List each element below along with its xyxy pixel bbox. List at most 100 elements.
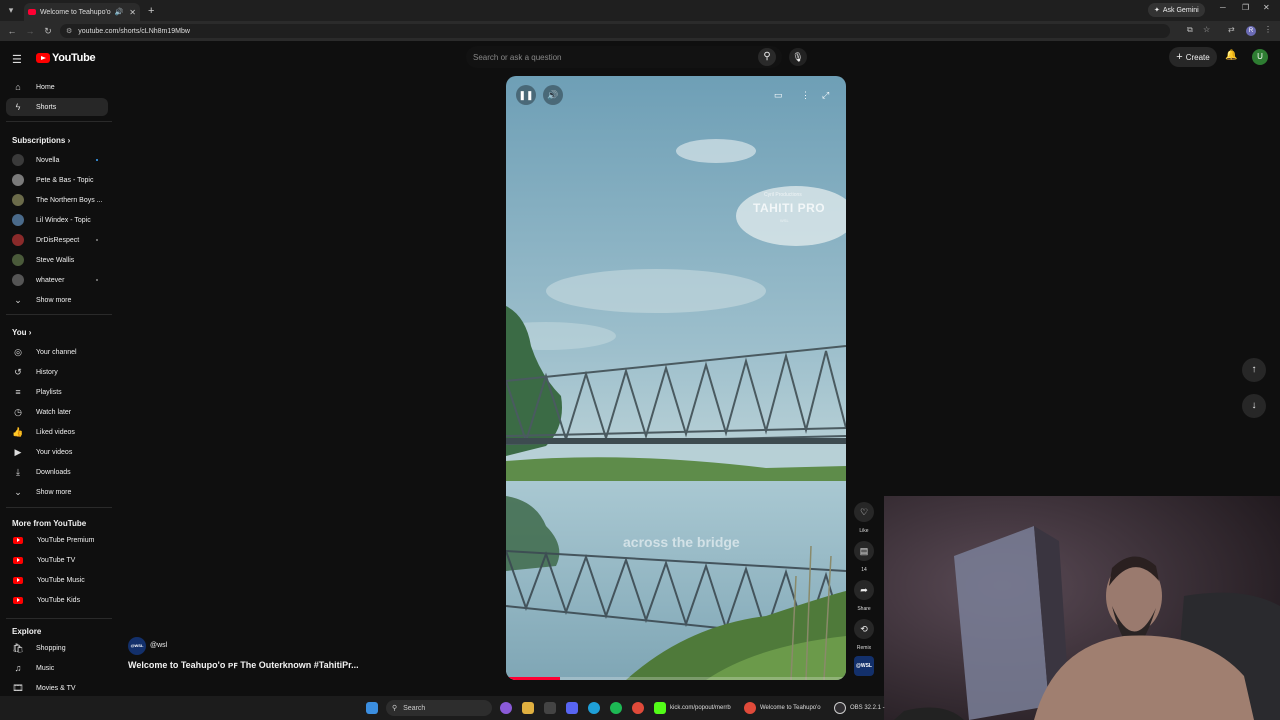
- sidebar-item-shorts[interactable]: ϟ Shorts: [6, 98, 108, 116]
- sidebar-subscription[interactable]: whatever: [6, 271, 108, 289]
- sidebar-item-video[interactable]: ▶ Your videos: [6, 443, 108, 461]
- sidebar-item-music[interactable]: ♫ Music: [6, 659, 108, 677]
- shorts-video-player[interactable]: ❚❚ 🔊 ▭ ⋮ ⤢ Cyril Productions TAHITI PRO …: [506, 76, 846, 680]
- search-input[interactable]: Search or ask a question: [466, 46, 782, 68]
- minimize-icon[interactable]: ─: [1220, 3, 1226, 12]
- ask-gemini-button[interactable]: ✦ Ask Gemini: [1148, 3, 1205, 17]
- video-frame: [506, 76, 846, 680]
- discord-icon[interactable]: [566, 700, 578, 716]
- taskbar-obs-window[interactable]: OBS 32.2.1 -: [834, 700, 885, 716]
- speaker-icon[interactable]: 🔊: [115, 8, 124, 16]
- close-tab-icon[interactable]: ✕: [129, 8, 136, 17]
- browser-profile-avatar[interactable]: R: [1246, 26, 1256, 36]
- show-more-subscriptions[interactable]: ⌄ Show more: [6, 291, 108, 309]
- you-heading[interactable]: You ›: [12, 328, 31, 337]
- chrome-icon[interactable]: [632, 700, 644, 716]
- create-button[interactable]: + Create: [1169, 47, 1217, 67]
- browser-tab[interactable]: Welcome to Teahupo'o ᴘꜰ 🔊 ✕: [24, 3, 140, 21]
- like-action[interactable]: ♡ Like: [854, 502, 874, 534]
- comments-action[interactable]: ▤ 14: [854, 541, 874, 573]
- channel-avatar: [12, 154, 24, 166]
- taskbar-search[interactable]: ⚲ Search: [386, 700, 492, 716]
- sidebar-item-youtube-product[interactable]: YouTube Music: [6, 571, 108, 589]
- forward-icon[interactable]: →: [24, 26, 36, 36]
- pause-icon[interactable]: ❚❚: [516, 85, 536, 105]
- more-options-icon[interactable]: ⋮: [801, 90, 810, 101]
- copilot-icon[interactable]: [500, 700, 512, 716]
- edge-icon[interactable]: [588, 700, 600, 716]
- progress-fill: [506, 677, 561, 680]
- extensions-icon[interactable]: ⇄: [1228, 25, 1235, 34]
- address-bar[interactable]: ⚙ youtube.com/shorts/cLNh8m19Mbw: [60, 24, 1170, 38]
- channel-avatar[interactable]: @WSL: [128, 637, 146, 655]
- share-action[interactable]: ➦ Share: [854, 580, 874, 612]
- sidebar-subscription[interactable]: Pete & Bas - Topic: [6, 171, 108, 189]
- sidebar-item-youtube-product[interactable]: YouTube Premium: [6, 531, 108, 549]
- comments-count: 14: [861, 567, 867, 573]
- microphone-icon[interactable]: 🎙: [789, 48, 807, 66]
- channel-icon: ◎: [14, 346, 22, 357]
- sidebar-item-home[interactable]: ⌂ Home: [6, 78, 108, 96]
- channel-badge[interactable]: @WSL: [854, 656, 874, 676]
- notifications-bell-icon[interactable]: 🔔: [1225, 50, 1237, 61]
- search-icon[interactable]: ⚲: [758, 48, 776, 66]
- comment-icon[interactable]: ▤: [854, 541, 874, 561]
- volume-icon[interactable]: 🔊: [543, 85, 563, 105]
- previous-short-arrow-up-icon[interactable]: ↑: [1242, 358, 1266, 382]
- app-icon[interactable]: [544, 700, 556, 716]
- captions-icon[interactable]: ▭: [774, 90, 783, 101]
- new-content-dot: [96, 239, 98, 241]
- progress-bar[interactable]: [506, 677, 846, 680]
- tab-title: Welcome to Teahupo'o ᴘꜰ: [39, 9, 112, 16]
- short-title[interactable]: Welcome to Teahupo'o ᴘꜰ The Outerknown #…: [128, 660, 359, 671]
- show-more-you[interactable]: ⌄ Show more: [6, 483, 108, 501]
- bookmark-star-icon[interactable]: ☆: [1203, 25, 1210, 34]
- sidebar-item-youtube-product[interactable]: YouTube Kids: [6, 591, 108, 609]
- browser-toolbar: ← → ↻ ⚙ youtube.com/shorts/cLNh8m19Mbw ⧉…: [0, 21, 1280, 41]
- next-short-arrow-down-icon[interactable]: ↓: [1242, 394, 1266, 418]
- sidebar-subscription[interactable]: The Northern Boys ...: [6, 191, 108, 209]
- reload-icon[interactable]: ↻: [42, 26, 54, 37]
- sidebar-item-movies[interactable]: 🎞 Movies & TV: [6, 679, 108, 697]
- sidebar-item-watch-later[interactable]: ◷ Watch later: [6, 403, 108, 421]
- sidebar-item-shopping[interactable]: 🛍 Shopping: [6, 639, 108, 657]
- channel-handle[interactable]: @wsl: [150, 642, 167, 649]
- sidebar-subscription[interactable]: DrDisRespect: [6, 231, 108, 249]
- sidebar-item-history[interactable]: ↺ History: [6, 363, 108, 381]
- tab-search-button[interactable]: ▾: [2, 2, 20, 20]
- sidebar-item-channel[interactable]: ◎ Your channel: [6, 343, 108, 361]
- install-icon[interactable]: ⧉: [1187, 25, 1193, 35]
- sidebar-item-download[interactable]: ⤓ Downloads: [6, 463, 108, 481]
- start-windows-icon[interactable]: [366, 700, 378, 716]
- remix-action[interactable]: ⟲ Remix: [854, 619, 874, 651]
- watermark-title: TAHITI PRO: [753, 201, 826, 215]
- sidebar-item-playlists[interactable]: ≡ Playlists: [6, 383, 108, 401]
- taskbar-youtube-window[interactable]: Welcome to Teahupo'o: [744, 700, 821, 716]
- browser-menu-icon[interactable]: ⋮: [1264, 25, 1272, 34]
- chevron-down-icon: ⌄: [14, 294, 22, 305]
- youtube-logo[interactable]: YouTube: [36, 52, 96, 64]
- create-label: Create: [1185, 52, 1210, 62]
- subscriptions-heading[interactable]: Subscriptions ›: [12, 136, 70, 145]
- restore-icon[interactable]: ❐: [1242, 3, 1249, 12]
- account-avatar[interactable]: U: [1252, 49, 1268, 65]
- sidebar-subscription[interactable]: Lil Windex - Topic: [6, 211, 108, 229]
- taskbar-kick-window[interactable]: kick.com/popout/merrb: [654, 700, 731, 716]
- sidebar-subscription[interactable]: Novella: [6, 151, 108, 169]
- window-close-icon[interactable]: ✕: [1263, 3, 1270, 12]
- sidebar-item-like[interactable]: 👍 Liked videos: [6, 423, 108, 441]
- spotify-icon[interactable]: [610, 700, 622, 716]
- new-tab-button[interactable]: +: [148, 5, 154, 17]
- file-explorer-icon[interactable]: [522, 700, 534, 716]
- sidebar-item-youtube-product[interactable]: YouTube TV: [6, 551, 108, 569]
- youtube-product-icon: [13, 576, 23, 584]
- fullscreen-icon[interactable]: ⤢: [822, 90, 829, 101]
- sidebar-subscription[interactable]: Steve Wallis: [6, 251, 108, 269]
- video-icon: ▶: [14, 446, 22, 457]
- share-icon[interactable]: ➦: [854, 580, 874, 600]
- site-info-icon[interactable]: ⚙: [66, 27, 72, 35]
- back-icon[interactable]: ←: [6, 26, 18, 36]
- menu-icon[interactable]: ☰: [12, 53, 22, 66]
- like-heart-icon[interactable]: ♡: [854, 502, 874, 522]
- remix-icon[interactable]: ⟲: [854, 619, 874, 639]
